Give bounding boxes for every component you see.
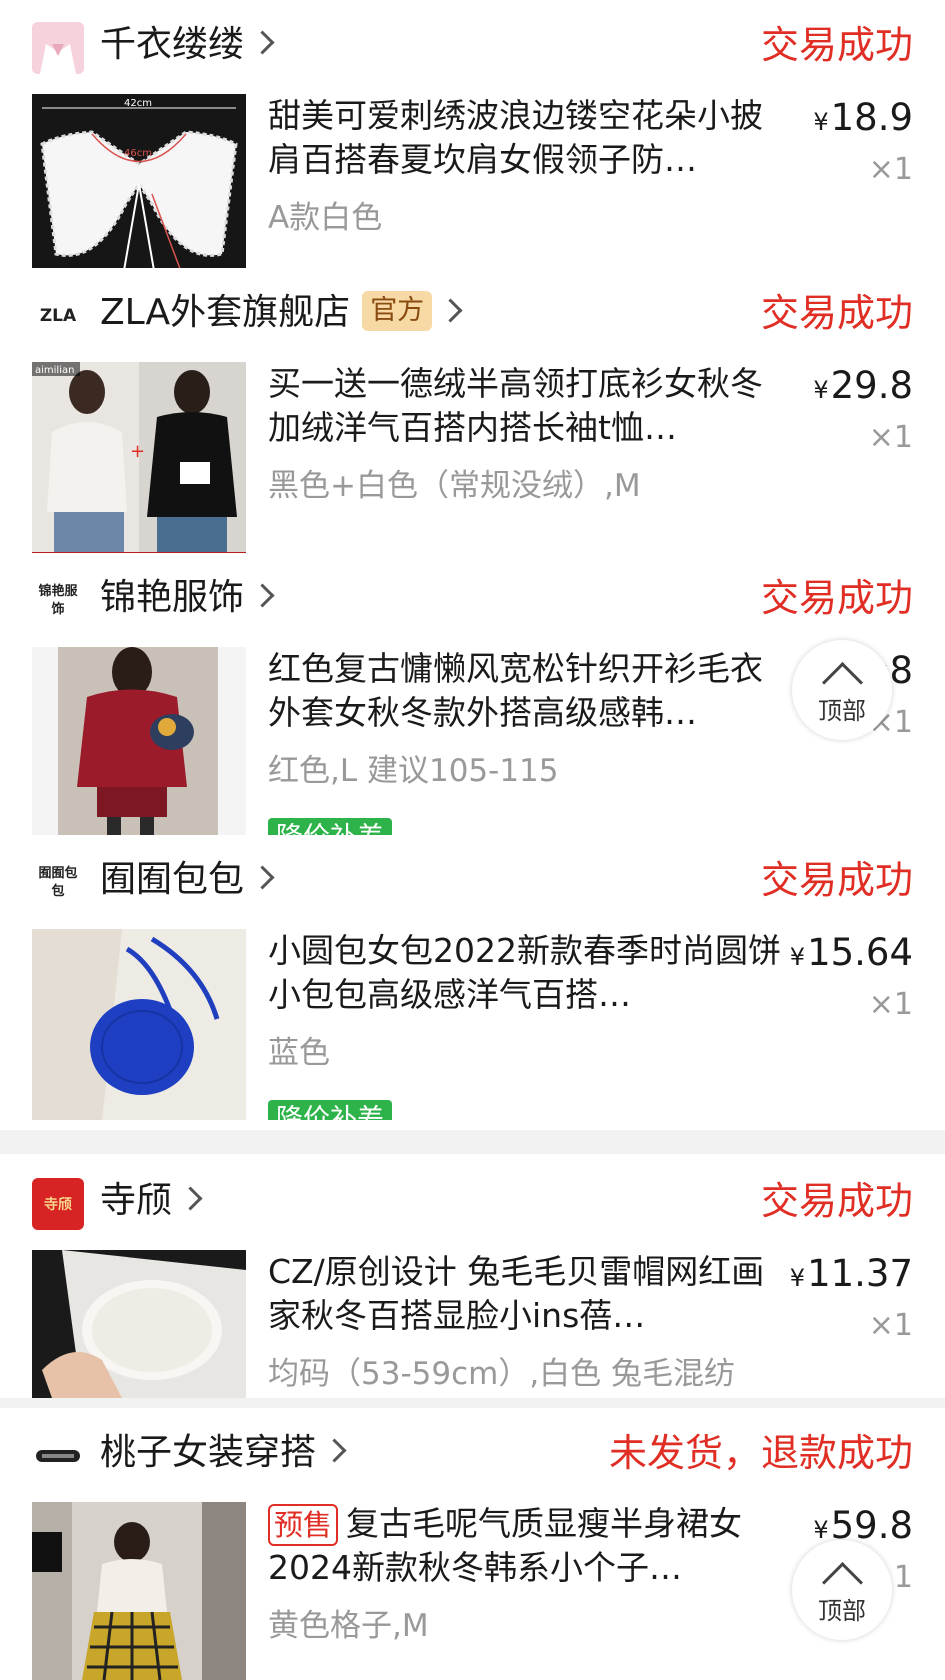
product-title[interactable]: 甜美可爱刺绣波浪边镂空花朵小披肩百搭春夏坎肩女假领子防…	[268, 94, 788, 182]
shop-row[interactable]: ZLA ZLA外套旗舰店 官方 交易成功	[0, 268, 945, 358]
price-adjust-badge: 降价补差	[268, 1100, 392, 1120]
order-card[interactable]: 千衣缕缕 交易成功 42cm 46cm 甜美可爱刺绣波浪边镂空花朵小披肩百搭春夏…	[0, 0, 945, 282]
section-divider	[0, 1398, 945, 1408]
order-status: 未发货，退款成功	[608, 1431, 913, 1475]
product-title[interactable]: 红色复古慵懒风宽松针织开衫毛衣外套女秋冬款外搭高级感韩…	[268, 647, 788, 735]
shop-logo	[32, 22, 84, 74]
price-value: 15.64	[807, 931, 913, 974]
product-image[interactable]	[32, 1250, 246, 1398]
shop-logo: 囿囿包包	[32, 857, 84, 909]
product-sku: 黑色+白色（常规没绒）,M	[268, 468, 641, 504]
order-status: 交易成功	[760, 1179, 913, 1223]
shop-name: 桃子女装穿搭	[100, 1432, 317, 1473]
shop-logo	[32, 1430, 84, 1482]
chevron-right-icon	[438, 297, 463, 323]
product-price: ¥15.64	[790, 931, 913, 979]
product-title[interactable]: CZ/原创设计 兔毛毛贝雷帽网红画家秋冬百搭显脸小ins蓓…	[268, 1250, 788, 1338]
order-card[interactable]: 桃子女装穿搭 未发货，退款成功 预售 复古毛呢气质显瘦半身裙女2024新款秋冬韩系…	[0, 1408, 945, 1680]
product-quantity: ×1	[868, 1308, 913, 1343]
chevron-right-icon	[250, 864, 275, 890]
product-title[interactable]: 预售 复古毛呢气质显瘦半身裙女2024新款秋冬韩系小个子…	[268, 1502, 788, 1590]
shop-row[interactable]: 桃子女装穿搭 未发货，退款成功	[0, 1408, 945, 1498]
product-sku: A款白色	[268, 200, 383, 236]
product-sku: 均码（53-59cm）,白色 兔毛混纺	[268, 1356, 736, 1392]
product-price: ¥11.37	[790, 1252, 913, 1300]
product-title-text: 复古毛呢气质显瘦半身裙女2024新款秋冬韩系小个子…	[268, 1504, 743, 1587]
shop-row[interactable]: 锦艳服饰 锦艳服饰 交易成功	[0, 553, 945, 643]
currency-symbol: ¥	[813, 108, 829, 136]
price-value: 18.9	[830, 96, 913, 139]
order-status: 交易成功	[760, 576, 913, 620]
product-image[interactable]	[32, 1502, 246, 1680]
order-card[interactable]: 寺颀 寺颀 交易成功 CZ/原创设计 兔毛毛贝雷帽网红画家秋冬百搭显脸小ins蓓…	[0, 1156, 945, 1398]
price-value: 11.37	[807, 1252, 913, 1295]
product-image[interactable]	[32, 647, 246, 839]
product-image[interactable]	[32, 929, 246, 1120]
shop-row[interactable]: 千衣缕缕 交易成功	[0, 0, 945, 90]
product-price: ¥18.9	[813, 96, 913, 144]
currency-symbol: ¥	[789, 943, 806, 971]
section-divider	[0, 1130, 945, 1154]
shop-row[interactable]: 寺颀 寺颀 交易成功	[0, 1156, 945, 1246]
chevron-right-icon	[322, 1437, 347, 1463]
product-sku: 黄色格子,M	[268, 1608, 429, 1644]
back-to-top-button[interactable]: 顶部	[792, 1540, 892, 1640]
product-quantity: 1	[893, 1560, 913, 1595]
product-sku: 蓝色	[268, 1035, 330, 1071]
product-quantity: ×1	[868, 152, 913, 187]
thumb-dimension-label: 42cm	[124, 98, 152, 109]
shop-name: 囿囿包包	[100, 859, 245, 900]
shop-logo-text: 寺颀	[44, 1197, 72, 1213]
official-badge: 官方	[362, 291, 433, 331]
product-sku: 红色,L 建议105-115	[268, 753, 559, 789]
thumb-watermark: aimilian	[35, 365, 74, 376]
shop-name: 寺颀	[100, 1180, 173, 1221]
presale-tag: 预售	[268, 1504, 339, 1546]
thumb-dimension-label: 46cm	[124, 148, 152, 159]
price-value: 29.8	[830, 364, 913, 407]
currency-symbol: ¥	[813, 1516, 829, 1544]
chevron-right-icon	[250, 582, 275, 608]
svg-text:+: +	[130, 441, 145, 462]
order-card[interactable]: ZLA ZLA外套旗舰店 官方 交易成功 + aimilian 买一送一德绒半高领…	[0, 268, 945, 562]
chevron-right-icon	[250, 29, 275, 55]
product-image[interactable]: 42cm 46cm	[32, 94, 246, 282]
shop-name: ZLA外套旗舰店	[100, 292, 351, 333]
order-status: 交易成功	[760, 23, 913, 67]
product-title[interactable]: 买一送一德绒半高领打底衫女秋冬加绒洋气百搭内搭长袖t恤…	[268, 362, 788, 450]
product-price: ¥29.8	[813, 364, 913, 412]
order-status: 交易成功	[760, 291, 913, 335]
currency-symbol: ¥	[789, 1264, 806, 1292]
shop-name: 锦艳服饰	[100, 577, 245, 618]
price-value: 8	[889, 649, 913, 692]
shop-logo: ZLA	[32, 290, 84, 342]
product-image[interactable]: + aimilian	[32, 362, 246, 562]
order-card[interactable]: 囿囿包包 囿囿包包 交易成功 小圆包女包2022新款春季时尚圆饼小包包高级感洋气…	[0, 835, 945, 1120]
product-quantity: ×1	[868, 420, 913, 455]
product-title[interactable]: 小圆包女包2022新款春季时尚圆饼小包包高级感洋气百搭…	[268, 929, 788, 1017]
order-status: 交易成功	[760, 858, 913, 902]
shop-name: 千衣缕缕	[100, 24, 245, 65]
product-quantity: ×1	[868, 987, 913, 1022]
shop-row[interactable]: 囿囿包包 囿囿包包 交易成功	[0, 835, 945, 925]
back-to-top-button[interactable]: 顶部	[792, 640, 892, 740]
chevron-right-icon	[178, 1185, 203, 1211]
shop-logo: 寺颀	[32, 1178, 84, 1230]
shop-logo: 锦艳服饰	[32, 575, 84, 627]
currency-symbol: ¥	[813, 376, 829, 404]
